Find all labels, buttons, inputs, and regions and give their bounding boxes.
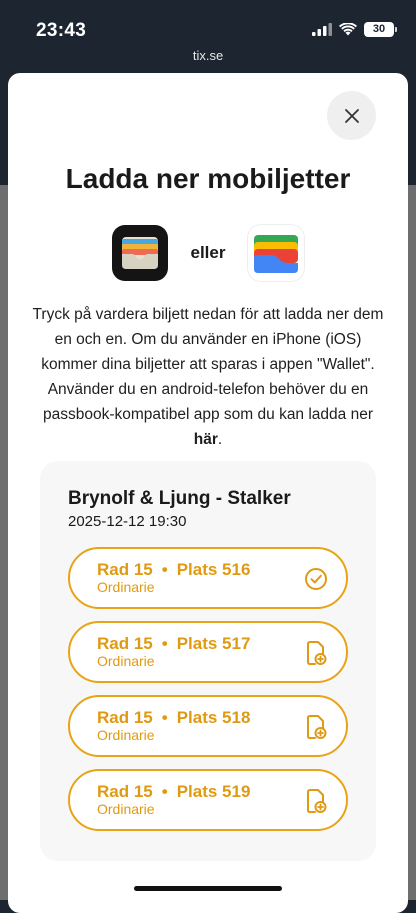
browser-url[interactable]: tix.se [0,48,416,63]
home-indicator[interactable] [134,886,282,891]
add-to-wallet-icon [307,715,327,739]
ticket-row: Rad 15 [97,708,153,727]
ticket-category: Ordinarie [97,801,155,817]
ticket-button[interactable]: Rad 15 • Plats 518 Ordinarie [68,695,348,757]
ticket-button[interactable]: Rad 15 • Plats 516 Ordinarie [68,547,348,609]
download-app-link[interactable]: här [194,431,218,448]
apple-wallet-icon [112,225,168,281]
status-icons: 30 [312,22,397,37]
ticket-seat-info: Rad 15 • Plats 519 [97,782,251,801]
ticket-category: Ordinarie [97,653,155,669]
event-datetime: 2025-12-12 19:30 [68,513,187,530]
cellular-signal-icon [312,23,332,36]
close-button[interactable] [327,91,376,140]
ticket-seat-info: Rad 15 • Plats 518 [97,708,251,727]
event-title: Brynolf & Ljung - Stalker [68,488,291,509]
instructions-text: Tryck på vardera biljett nedan för att l… [32,306,384,448]
check-circle-icon [305,568,327,590]
wifi-icon [339,23,357,36]
ticket-button[interactable]: Rad 15 • Plats 517 Ordinarie [68,621,348,683]
ticket-seat: Plats 516 [176,560,251,579]
ticket-seat: Plats 517 [176,634,251,653]
google-wallet-icon [248,225,304,281]
modal-title: Ladda ner mobiljetter [65,163,351,194]
ticket-row: Rad 15 [97,560,153,579]
ticket-seat: Plats 518 [176,708,251,727]
ticket-category: Ordinarie [97,579,155,595]
ticket-category: Ordinarie [97,727,155,743]
add-to-wallet-icon [307,789,327,813]
add-to-wallet-icon [307,641,327,665]
ticket-button[interactable]: Rad 15 • Plats 519 Ordinarie [68,769,348,831]
status-bar: 23:43 30 [0,0,416,50]
battery-indicator: 30 [364,22,397,37]
status-time: 23:43 [36,20,87,41]
ticket-row: Rad 15 [97,782,153,801]
ticket-row: Rad 15 [97,634,153,653]
close-icon [344,108,359,123]
or-label: eller [190,243,226,262]
ticket-seat: Plats 519 [176,782,251,801]
ticket-seat-info: Rad 15 • Plats 516 [97,560,251,579]
ticket-seat-info: Rad 15 • Plats 517 [97,634,251,653]
